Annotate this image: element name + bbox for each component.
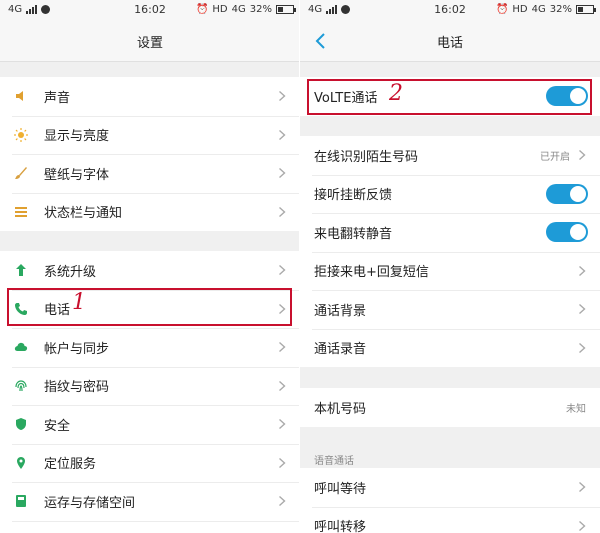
settings-item[interactable]: 呼叫等待 xyxy=(300,468,600,507)
hd-label: HD xyxy=(512,4,528,15)
chevron-right-icon xyxy=(279,206,286,217)
settings-item[interactable]: 状态栏与通知 xyxy=(0,192,300,232)
settings-item[interactable]: 呼叫转移 xyxy=(300,506,600,533)
annotation-number-1: 1 xyxy=(72,290,86,315)
settings-item[interactable]: 显示与亮度 xyxy=(0,115,300,155)
settings-item-label: 在线识别陌生号码 xyxy=(314,149,419,165)
battery-icon xyxy=(276,5,296,14)
chevron-right-icon xyxy=(279,457,286,468)
settings-item-value: 已开启 xyxy=(540,151,570,163)
annotation-number-2: 2 xyxy=(389,81,403,106)
settings-item-label: 定位服务 xyxy=(44,457,97,473)
settings-item-label: 呼叫等待 xyxy=(314,481,367,497)
status-bar: 4G 16:02 ⏰ HD 4G 32% xyxy=(300,0,600,20)
storage-icon xyxy=(14,494,28,508)
toggle-switch[interactable] xyxy=(546,222,588,243)
settings-item[interactable]: 声音 xyxy=(0,77,300,116)
settings-item[interactable]: 运存与存储空间 xyxy=(0,482,300,521)
chevron-right-icon xyxy=(279,265,286,276)
settings-item[interactable]: 壁纸与字体 xyxy=(0,154,300,193)
chevron-right-icon xyxy=(579,342,586,353)
chevron-right-icon xyxy=(579,304,586,315)
settings-item-label: 呼叫转移 xyxy=(314,520,367,533)
settings-item-label: 显示与亮度 xyxy=(44,129,110,145)
settings-item[interactable]: 更多设置 xyxy=(0,520,300,533)
fingerprint-icon xyxy=(14,379,28,393)
settings-item[interactable]: 系统升级 xyxy=(0,251,300,290)
chevron-right-icon xyxy=(279,91,286,102)
battery-percent: 32% xyxy=(549,4,572,15)
own-number-value: 未知 xyxy=(566,403,586,415)
cloud-icon xyxy=(14,340,28,354)
annotation-box-2 xyxy=(307,79,592,115)
settings-item-label: 拒接来电+回复短信 xyxy=(314,265,429,281)
settings-item[interactable]: 指纹与密码 xyxy=(0,366,300,406)
settings-group-display: 声音显示与亮度壁纸与字体状态栏与通知 xyxy=(0,77,300,231)
settings-item-label: 状态栏与通知 xyxy=(44,206,123,222)
section-header-voice-call: 语音通话 xyxy=(314,456,354,467)
own-number-label: 本机号码 xyxy=(314,401,367,417)
network-label: 4G xyxy=(231,4,246,15)
annotation-box-1 xyxy=(7,288,292,326)
chevron-right-icon xyxy=(279,380,286,391)
settings-item-label: 通话录音 xyxy=(314,342,367,358)
alarm-icon: ⏰ xyxy=(195,4,209,15)
nav-bar: 设置 xyxy=(0,20,300,62)
settings-item-label: 系统升级 xyxy=(44,264,97,280)
settings-item[interactable]: 通话录音 xyxy=(300,328,600,368)
own-number-group: 本机号码 未知 xyxy=(300,388,600,427)
battery-percent: 32% xyxy=(249,4,272,15)
network-label: 4G xyxy=(531,4,546,15)
own-number-row[interactable]: 本机号码 未知 xyxy=(300,388,600,427)
settings-item-label: 指纹与密码 xyxy=(44,380,110,396)
location-pin-icon xyxy=(14,456,28,470)
chevron-right-icon xyxy=(579,520,586,531)
chevron-right-icon xyxy=(279,342,286,353)
page-title: 设置 xyxy=(136,36,163,51)
chevron-right-icon xyxy=(279,419,286,430)
settings-item[interactable]: 通话背景 xyxy=(300,290,600,329)
chevron-right-icon xyxy=(579,265,586,276)
settings-item-label: 来电翻转静音 xyxy=(314,226,393,242)
voice-call-group: 呼叫等待 呼叫转移 xyxy=(300,468,600,533)
nav-bar: 电话 xyxy=(300,20,600,62)
shield-icon xyxy=(14,417,28,431)
settings-item-label: 声音 xyxy=(44,90,71,106)
settings-screen: 4G 16:02 ⏰ HD 4G 32% 设置 声音显示与亮度壁纸与字体状态栏与… xyxy=(0,0,300,533)
settings-item[interactable]: 帐户与同步 xyxy=(0,328,300,367)
status-bar: 4G 16:02 ⏰ HD 4G 32% xyxy=(0,0,300,20)
settings-item-label: 安全 xyxy=(44,418,71,434)
settings-item-label: 接听挂断反馈 xyxy=(314,188,393,204)
settings-item[interactable]: 在线识别陌生号码 已开启 xyxy=(300,136,600,175)
settings-item-label: 运存与存储空间 xyxy=(44,495,136,511)
battery-icon xyxy=(576,5,596,14)
phone-settings-screen: 4G 16:02 ⏰ HD 4G 32% 电话 VoLTE通话 在线识别陌生号码… xyxy=(300,0,600,533)
settings-item-label: 帐户与同步 xyxy=(44,341,110,357)
page-title: 电话 xyxy=(436,36,463,51)
settings-item[interactable]: 拒接来电+回复短信 xyxy=(300,251,600,291)
settings-item[interactable]: 安全 xyxy=(0,405,300,444)
alarm-icon: ⏰ xyxy=(495,4,509,15)
toggle-switch[interactable] xyxy=(546,183,588,204)
arrow-up-icon xyxy=(14,263,28,277)
sun-icon xyxy=(14,127,28,142)
brush-icon xyxy=(14,166,28,180)
settings-item[interactable]: 接听挂断反馈 xyxy=(300,174,600,214)
chevron-right-icon xyxy=(279,129,286,140)
chevron-right-icon xyxy=(279,496,286,507)
hd-label: HD xyxy=(212,4,228,15)
call-options-group: 在线识别陌生号码 已开启接听挂断反馈 来电翻转静音拒接来电+回复短信 通话背景通话录音 xyxy=(300,136,600,367)
speaker-icon xyxy=(14,89,28,103)
settings-item-label: 壁纸与字体 xyxy=(44,167,110,183)
chevron-right-icon xyxy=(579,482,586,493)
menu-lines-icon xyxy=(14,205,28,219)
chevron-right-icon xyxy=(279,168,286,179)
settings-item[interactable]: 定位服务 xyxy=(0,443,300,483)
settings-item-label: 通话背景 xyxy=(314,303,367,319)
settings-item[interactable]: 来电翻转静音 xyxy=(300,213,600,252)
chevron-right-icon xyxy=(579,150,586,161)
